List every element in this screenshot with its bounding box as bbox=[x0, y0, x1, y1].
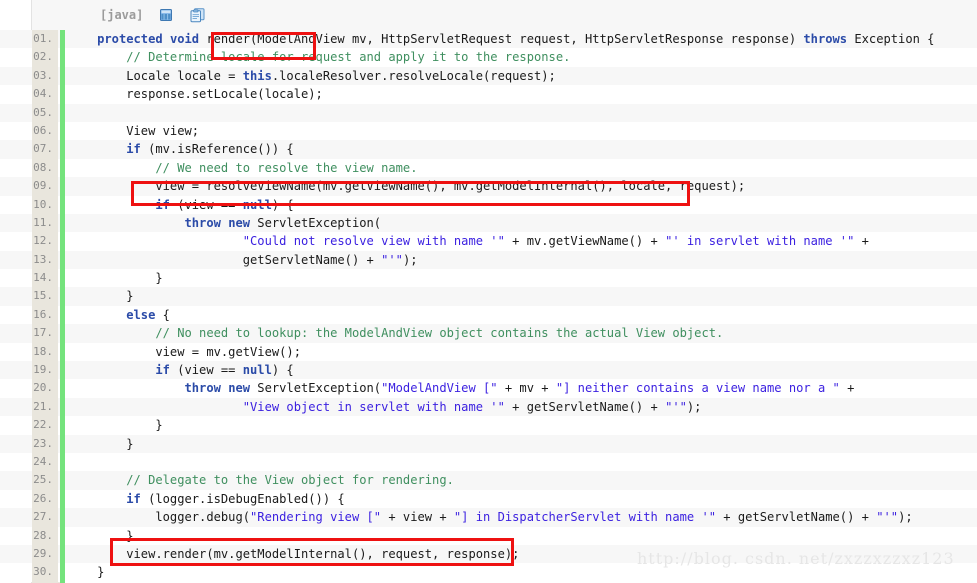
line-source[interactable]: view = mv.getView(); bbox=[65, 343, 301, 361]
line-number: 16. bbox=[32, 305, 58, 325]
line-number: 10. bbox=[32, 195, 58, 214]
line-number: 26. bbox=[32, 489, 58, 509]
line-source[interactable]: } bbox=[65, 435, 133, 453]
line-number: 02. bbox=[32, 48, 58, 67]
line-source[interactable]: // Determine locale for request and appl… bbox=[65, 48, 570, 66]
line-number: 21. bbox=[32, 397, 58, 417]
line-source[interactable]: if (view == null) { bbox=[65, 361, 293, 379]
line-number: 19. bbox=[32, 361, 58, 380]
line-source[interactable]: } bbox=[65, 563, 104, 581]
watermark-text: http://blog. csdn. net/zxzzxzzxz123 bbox=[637, 549, 955, 568]
line-source[interactable]: } bbox=[65, 527, 133, 545]
line-number: 23. bbox=[32, 434, 58, 453]
code-line: 03. Locale locale = this.localeResolver.… bbox=[0, 66, 977, 86]
code-line: 05. bbox=[0, 103, 977, 122]
language-label: [java] bbox=[100, 8, 144, 22]
line-number: 04. bbox=[32, 85, 58, 104]
line-source[interactable]: if (mv.isReference()) { bbox=[65, 140, 293, 158]
line-source[interactable]: if (view == null) { bbox=[65, 196, 293, 214]
code-line: 01. protected void render(ModelAndView m… bbox=[0, 30, 977, 49]
code-line: 18. view = mv.getView(); bbox=[0, 342, 977, 362]
code-line: 28. } bbox=[0, 526, 977, 545]
code-line: 23. } bbox=[0, 434, 977, 453]
code-line: 19. if (view == null) { bbox=[0, 361, 977, 380]
view-source-icon[interactable] bbox=[158, 7, 174, 23]
code-line: 12. "Could not resolve view with name '"… bbox=[0, 232, 977, 251]
line-number: 22. bbox=[32, 416, 58, 435]
code-viewer: [java] 01. protected void render(ModelAn… bbox=[0, 0, 977, 583]
line-source[interactable]: logger.debug("Rendering view [" + view +… bbox=[65, 508, 912, 526]
line-source[interactable]: // No need to lookup: the ModelAndView o… bbox=[65, 324, 723, 342]
copy-clipboard-icon[interactable] bbox=[189, 7, 205, 23]
line-source[interactable]: "View object in servlet with name '" + g… bbox=[65, 398, 702, 416]
code-line: 25. // Delegate to the View object for r… bbox=[0, 471, 977, 490]
line-number: 27. bbox=[32, 508, 58, 527]
line-number: 12. bbox=[32, 232, 58, 251]
line-number: 30. bbox=[32, 563, 58, 582]
line-source[interactable] bbox=[65, 104, 75, 122]
code-line: 06. View view; bbox=[0, 121, 977, 141]
line-source[interactable]: Locale locale = this.localeResolver.reso… bbox=[65, 67, 556, 85]
code-line: 07. if (mv.isReference()) { bbox=[0, 140, 977, 159]
code-line: 15. } bbox=[0, 287, 977, 306]
line-source[interactable]: getServletName() + "'"); bbox=[65, 251, 418, 269]
code-line: 11. throw new ServletException( bbox=[0, 213, 977, 233]
line-source[interactable]: // Delegate to the View object for rende… bbox=[65, 471, 454, 489]
line-number: 20. bbox=[32, 379, 58, 398]
code-line: 09. view = resolveViewName(mv.getViewNam… bbox=[0, 177, 977, 196]
code-line: 08. // We need to resolve the view name. bbox=[0, 158, 977, 178]
line-number: 01. bbox=[32, 30, 58, 49]
code-lines: 01. protected void render(ModelAndView m… bbox=[0, 30, 977, 582]
line-number: 18. bbox=[32, 342, 58, 362]
line-number: 07. bbox=[32, 140, 58, 159]
line-number: 09. bbox=[32, 177, 58, 196]
line-number: 05. bbox=[32, 103, 58, 122]
line-source[interactable]: } bbox=[65, 287, 133, 305]
code-toolbar: [java] bbox=[32, 0, 977, 30]
line-number: 06. bbox=[32, 121, 58, 141]
code-line: 10. if (view == null) { bbox=[0, 195, 977, 214]
code-line: 22. } bbox=[0, 416, 977, 435]
line-source[interactable]: "Could not resolve view with name '" + m… bbox=[65, 232, 869, 250]
code-line: 16. else { bbox=[0, 305, 977, 325]
code-line: 27. logger.debug("Rendering view [" + vi… bbox=[0, 508, 977, 527]
line-source[interactable]: if (logger.isDebugEnabled()) { bbox=[65, 490, 344, 508]
line-number: 24. bbox=[32, 452, 58, 472]
line-number: 13. bbox=[32, 250, 58, 270]
line-source[interactable]: view = resolveViewName(mv.getViewName(),… bbox=[65, 177, 745, 195]
line-source[interactable]: view.render(mv.getModelInternal(), reque… bbox=[65, 545, 519, 563]
code-line: 04. response.setLocale(locale); bbox=[0, 85, 977, 104]
code-line: 21. "View object in servlet with name '"… bbox=[0, 397, 977, 417]
line-source[interactable]: // We need to resolve the view name. bbox=[65, 159, 417, 177]
line-number: 14. bbox=[32, 269, 58, 288]
line-source[interactable]: throw new ServletException("ModelAndView… bbox=[65, 379, 855, 397]
line-number: 11. bbox=[32, 213, 58, 233]
line-number: 28. bbox=[32, 526, 58, 545]
line-number: 03. bbox=[32, 66, 58, 86]
watermark: http://blog. csdn. net/zxzzxzzxz123 bbox=[637, 549, 955, 568]
line-number: 25. bbox=[32, 471, 58, 490]
line-number: 17. bbox=[32, 324, 58, 343]
code-line: 24. bbox=[0, 452, 977, 472]
code-line: 17. // No need to lookup: the ModelAndVi… bbox=[0, 324, 977, 343]
code-line: 14. } bbox=[0, 269, 977, 288]
line-source[interactable]: } bbox=[65, 269, 162, 287]
line-source[interactable] bbox=[65, 453, 75, 471]
code-line: 20. throw new ServletException("ModelAnd… bbox=[0, 379, 977, 398]
line-source[interactable]: response.setLocale(locale); bbox=[65, 85, 323, 103]
line-number: 29. bbox=[32, 544, 58, 564]
line-number: 15. bbox=[32, 287, 58, 306]
code-line: 26. if (logger.isDebugEnabled()) { bbox=[0, 489, 977, 509]
line-source[interactable]: protected void render(ModelAndView mv, H… bbox=[65, 30, 934, 48]
line-source[interactable]: View view; bbox=[65, 122, 199, 140]
code-line: 02. // Determine locale for request and … bbox=[0, 48, 977, 67]
line-source[interactable]: } bbox=[65, 416, 162, 434]
line-number: 08. bbox=[32, 158, 58, 178]
line-source[interactable]: else { bbox=[65, 306, 170, 324]
code-line: 13. getServletName() + "'"); bbox=[0, 250, 977, 270]
line-source[interactable]: throw new ServletException( bbox=[65, 214, 382, 232]
